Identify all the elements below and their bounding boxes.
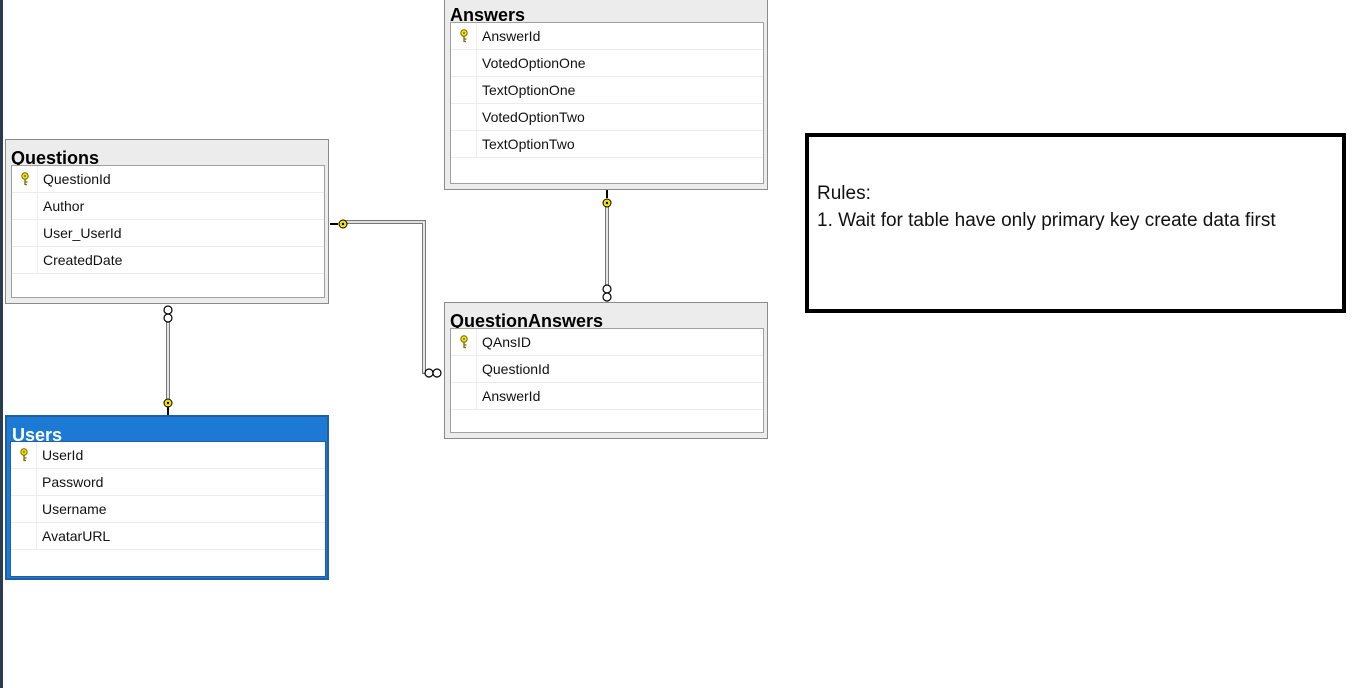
column-row[interactable]: UserId [11, 442, 325, 469]
column-row[interactable]: VotedOptionOne [451, 50, 763, 77]
column-row[interactable]: AvatarURL [11, 523, 325, 550]
column-name: QAnsID [482, 334, 532, 350]
table-users[interactable]: Users UserId Password Username AvatarURL [5, 415, 329, 580]
primary-key-cell [451, 329, 477, 355]
key-cell [451, 104, 477, 130]
column-name: Author [43, 198, 85, 214]
column-name: QuestionId [482, 361, 550, 377]
column-name: AnswerId [482, 28, 541, 44]
column-name: VotedOptionOne [482, 55, 586, 71]
key-icon [459, 335, 468, 349]
table-answers[interactable]: Answers AnswerId VotedOptionOne TextOpti… [444, 0, 768, 190]
relationship-answers-questionanswers[interactable] [602, 190, 612, 302]
relationship-one-end-key-icon [602, 190, 612, 208]
relationship-questions-questionanswers[interactable] [330, 219, 442, 378]
column-name: Username [42, 501, 107, 517]
note-rule: 1. Wait for table have only primary key … [817, 210, 1276, 231]
table-title: Questions [11, 148, 100, 168]
column-name: AnswerId [482, 388, 541, 404]
column-name: TextOptionOne [482, 82, 576, 98]
column-row[interactable]: VotedOptionTwo [451, 104, 763, 131]
column-name: QuestionId [43, 171, 111, 187]
table-questionanswers[interactable]: QuestionAnswers QAnsID QuestionId Answer… [444, 302, 768, 439]
key-cell [12, 247, 38, 273]
column-row[interactable]: QuestionId [451, 356, 763, 383]
column-name: VotedOptionTwo [482, 109, 585, 125]
key-cell [451, 383, 477, 409]
key-cell [451, 77, 477, 103]
primary-key-cell [12, 166, 38, 192]
note-heading: Rules: [817, 183, 871, 204]
key-cell [451, 50, 477, 76]
key-cell [11, 523, 37, 549]
relationship-many-end-infinity-icon [602, 284, 612, 302]
relationship-questions-users[interactable] [163, 305, 173, 415]
table-questions[interactable]: Questions QuestionId Author User_UserId … [5, 139, 329, 304]
table-title: Users [12, 425, 63, 443]
column-grid: QAnsID QuestionId AnswerId [450, 328, 764, 433]
column-grid: AnswerId VotedOptionOne TextOptionOne Vo… [450, 22, 764, 184]
column-row[interactable]: Password [11, 469, 325, 496]
column-name: UserId [42, 447, 84, 463]
column-row[interactable]: TextOptionOne [451, 77, 763, 104]
column-row[interactable]: AnswerId [451, 383, 763, 410]
relationship-one-end-key-icon [330, 219, 348, 229]
relationship-many-end-infinity-icon [163, 305, 173, 323]
column-name: Password [42, 474, 104, 490]
column-row[interactable]: QAnsID [451, 329, 763, 356]
column-row[interactable]: User_UserId [12, 220, 324, 247]
key-cell [451, 131, 477, 157]
relationship-one-end-key-icon [163, 398, 173, 415]
key-cell [12, 220, 38, 246]
table-title: QuestionAnswers [450, 311, 604, 331]
text-annotation[interactable]: Rules: 1. Wait for table have only prima… [805, 133, 1346, 313]
key-cell [11, 469, 37, 495]
column-grid: QuestionId Author User_UserId CreatedDat… [11, 165, 325, 298]
column-name: CreatedDate [43, 252, 123, 268]
column-row[interactable]: TextOptionTwo [451, 131, 763, 158]
key-icon [20, 172, 29, 186]
column-grid: UserId Password Username AvatarURL [10, 441, 326, 577]
key-icon [19, 448, 28, 462]
column-name: AvatarURL [42, 528, 111, 544]
column-row[interactable]: QuestionId [12, 166, 324, 193]
key-icon [459, 29, 468, 43]
primary-key-cell [451, 23, 477, 49]
primary-key-cell [11, 442, 37, 468]
key-cell [11, 496, 37, 522]
column-row[interactable]: Author [12, 193, 324, 220]
key-cell [451, 356, 477, 382]
column-name: User_UserId [43, 225, 122, 241]
key-cell [12, 193, 38, 219]
column-row[interactable]: CreatedDate [12, 247, 324, 274]
column-row[interactable]: Username [11, 496, 325, 523]
column-name: TextOptionTwo [482, 136, 575, 152]
relationship-many-end-infinity-icon [424, 368, 442, 378]
column-row[interactable]: AnswerId [451, 23, 763, 50]
